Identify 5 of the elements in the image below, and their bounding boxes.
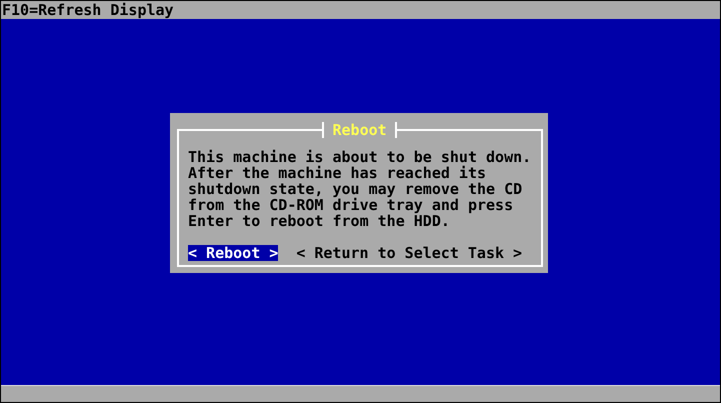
message-text: This machine is about to be shut down. After the machine has reached its shutdown state, you may remove the CD from the CD-ROM drive tray and press Enter to reboot from the HDD. <box>188 149 532 229</box>
return-button[interactable]: < Return to Select Task > <box>296 245 522 261</box>
dialog-title: Reboot <box>322 122 397 138</box>
refresh-hint: F10=Refresh Display <box>2 1 174 19</box>
reboot-button[interactable]: < Reboot > <box>188 245 278 261</box>
